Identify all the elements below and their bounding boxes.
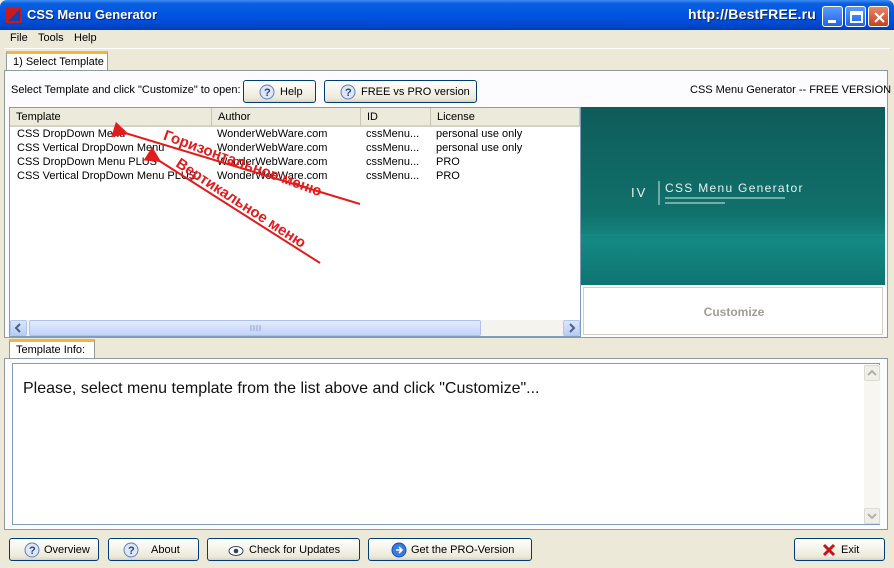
exit-label: Exit (841, 543, 860, 556)
check-updates-button[interactable]: Check for Updates (207, 538, 360, 561)
exit-button[interactable]: Exit (794, 538, 885, 561)
get-pro-button[interactable]: Get the PRO-Version (368, 538, 532, 561)
overview-button[interactable]: ? Overview (9, 538, 99, 561)
scroll-down-button[interactable] (864, 508, 880, 524)
preview-roman-numeral: IV (631, 185, 648, 200)
get-pro-label: Get the PRO-Version (411, 543, 515, 556)
about-label: About (151, 543, 180, 556)
arrow-right-icon (391, 542, 407, 557)
template-preview-image: IV CSS Menu Generator (581, 107, 885, 285)
customize-label: Customize (703, 305, 765, 319)
svg-text:?: ? (29, 545, 36, 557)
help-icon: ? (123, 542, 139, 557)
tab-template-info[interactable]: Template Info: (9, 339, 95, 359)
eye-icon (228, 545, 244, 556)
about-button[interactable]: ? About (108, 538, 199, 561)
customize-button[interactable]: Customize (583, 287, 883, 335)
preview-title: CSS Menu Generator (665, 181, 804, 195)
scroll-up-button[interactable] (864, 365, 880, 381)
overview-label: Overview (44, 543, 90, 556)
check-updates-label: Check for Updates (249, 543, 341, 556)
close-icon (822, 543, 836, 556)
template-info-box[interactable]: Please, select menu template from the li… (12, 363, 880, 525)
vertical-scrollbar[interactable] (864, 365, 880, 524)
svg-text:?: ? (128, 545, 135, 557)
help-icon: ? (24, 542, 40, 557)
template-info-text: Please, select menu template from the li… (23, 380, 540, 397)
